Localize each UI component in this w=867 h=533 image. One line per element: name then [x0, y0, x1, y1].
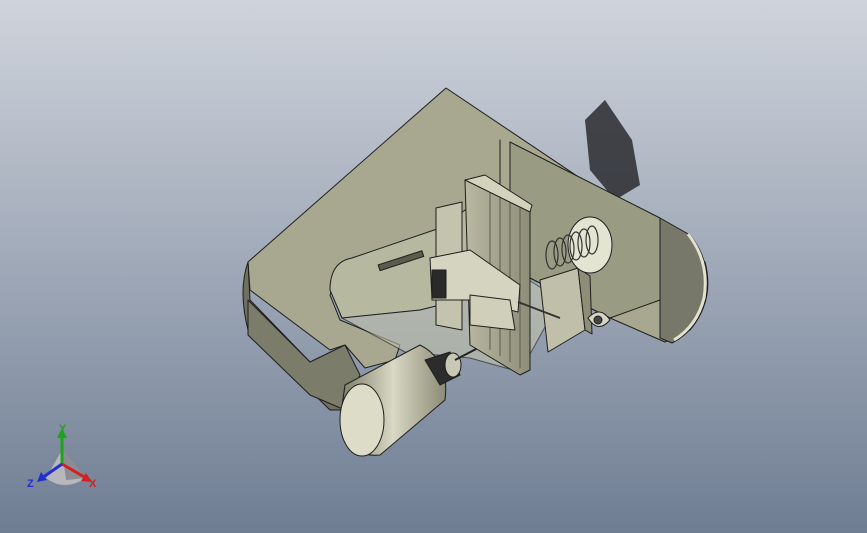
motor-end-cap: [339, 383, 385, 457]
cad-scene[interactable]: Y X Z: [0, 0, 867, 533]
wing-nut-hole: [593, 315, 603, 325]
z-axis-label: Z: [27, 478, 34, 490]
clamp-pad: [431, 269, 447, 299]
cad-graphics-viewport[interactable]: Y X Z: [0, 0, 867, 533]
y-axis-label: Y: [59, 423, 67, 435]
chuck-face: [444, 352, 462, 378]
x-axis-label: X: [89, 478, 97, 490]
bracket-front: [469, 294, 516, 331]
